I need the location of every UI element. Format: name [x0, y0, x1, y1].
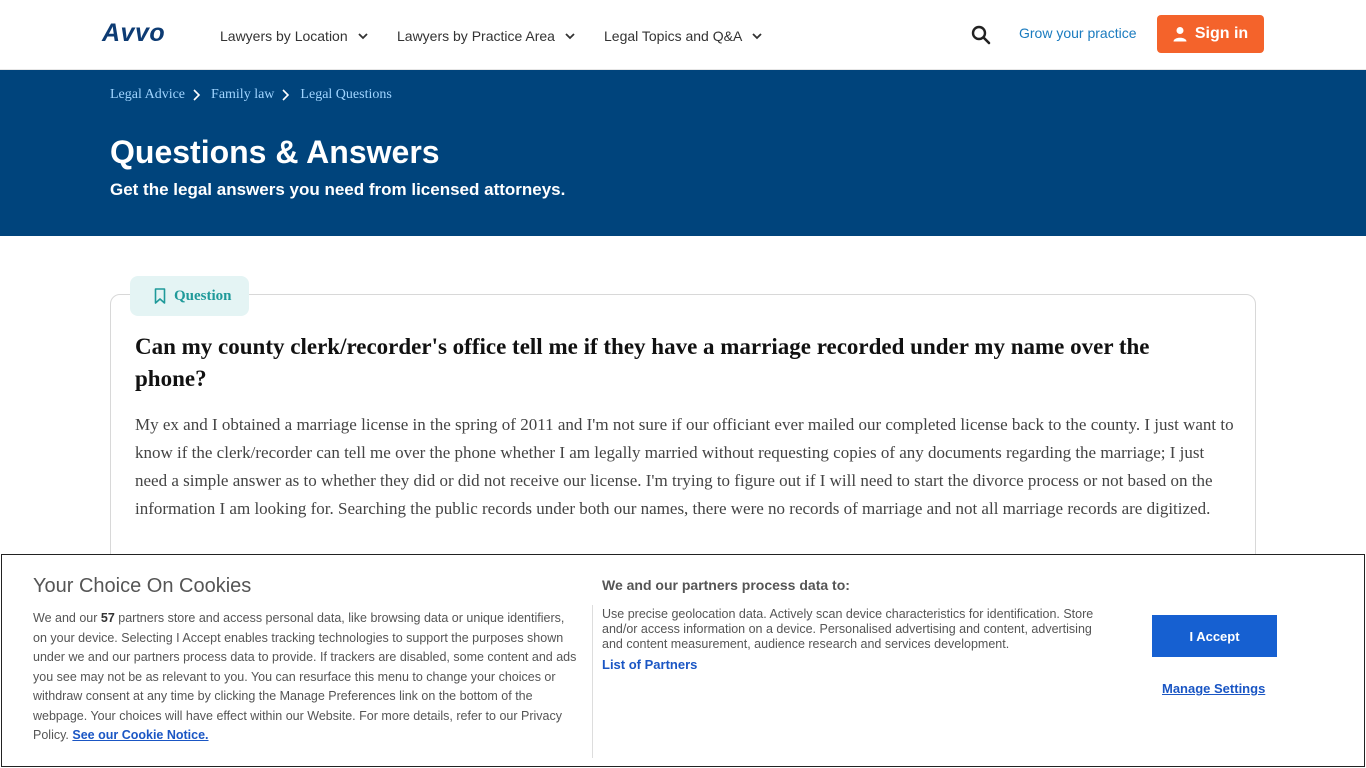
accept-button[interactable]: I Accept — [1152, 615, 1277, 657]
cookie-consent-banner: Your Choice On Cookies We and our 57 par… — [1, 554, 1365, 767]
breadcrumb-legal-questions[interactable]: Legal Questions — [300, 87, 391, 103]
cookie-text-after: partners store and access personal data,… — [33, 611, 577, 742]
top-navigation: Avvo Lawyers by Location Lawyers by Prac… — [0, 0, 1366, 70]
user-icon — [1173, 27, 1187, 42]
page-subtitle: Get the legal answers you need from lice… — [110, 180, 566, 199]
search-icon[interactable] — [970, 24, 992, 46]
avvo-logo[interactable]: Avvo — [102, 18, 166, 47]
purposes-title: We and our partners process data to: — [602, 577, 850, 593]
nav-lawyers-by-location[interactable]: Lawyers by Location — [220, 26, 370, 46]
question-body: My ex and I obtained a marriage license … — [135, 415, 1234, 518]
question-title: Can my county clerk/recorder's office te… — [135, 334, 1150, 391]
hero-banner: Legal Advice Family law Legal Questions … — [0, 70, 1366, 236]
question-tag-label: Question — [174, 287, 232, 304]
sign-in-label: Sign in — [1194, 25, 1249, 42]
page-title: Questions & Answers — [110, 134, 440, 170]
nav-legal-topics[interactable]: Legal Topics and Q&A — [604, 26, 764, 46]
logo-text: Avvo — [102, 18, 166, 47]
cookie-notice-link[interactable]: See our Cookie Notice. — [72, 728, 208, 742]
breadcrumb-legal-advice[interactable]: Legal Advice — [110, 87, 185, 103]
nav-label: Lawyers by Location — [220, 28, 348, 44]
chevron-right-icon — [193, 89, 201, 101]
partner-count: 57 — [100, 611, 115, 625]
breadcrumb-family-law[interactable]: Family law — [211, 87, 274, 103]
nav-label: Lawyers by Practice Area — [397, 28, 555, 44]
breadcrumb: Legal Advice Family law Legal Questions — [110, 87, 392, 103]
manage-settings-link[interactable]: Manage Settings — [1162, 681, 1265, 696]
question-tag: Question — [130, 276, 249, 316]
bookmark-icon — [154, 288, 166, 304]
chevron-down-icon — [358, 33, 368, 40]
chevron-right-icon — [282, 89, 290, 101]
cookie-title: Your Choice On Cookies — [33, 575, 252, 597]
cookie-description: We and our 57 partners store and access … — [33, 609, 578, 746]
purposes-text: Use precise geolocation data. Actively s… — [602, 607, 1094, 651]
nav-label: Legal Topics and Q&A — [604, 28, 743, 44]
sign-in-button[interactable]: Sign in — [1157, 15, 1264, 53]
nav-lawyers-by-practice-area[interactable]: Lawyers by Practice Area — [397, 26, 577, 46]
grow-your-practice-link[interactable]: Grow your practice — [1019, 25, 1136, 41]
divider — [592, 605, 593, 758]
chevron-down-icon — [565, 33, 575, 40]
chevron-down-icon — [752, 33, 762, 40]
cookie-text-before: We and our — [33, 611, 101, 625]
list-of-partners-link[interactable]: List of Partners — [602, 657, 697, 672]
